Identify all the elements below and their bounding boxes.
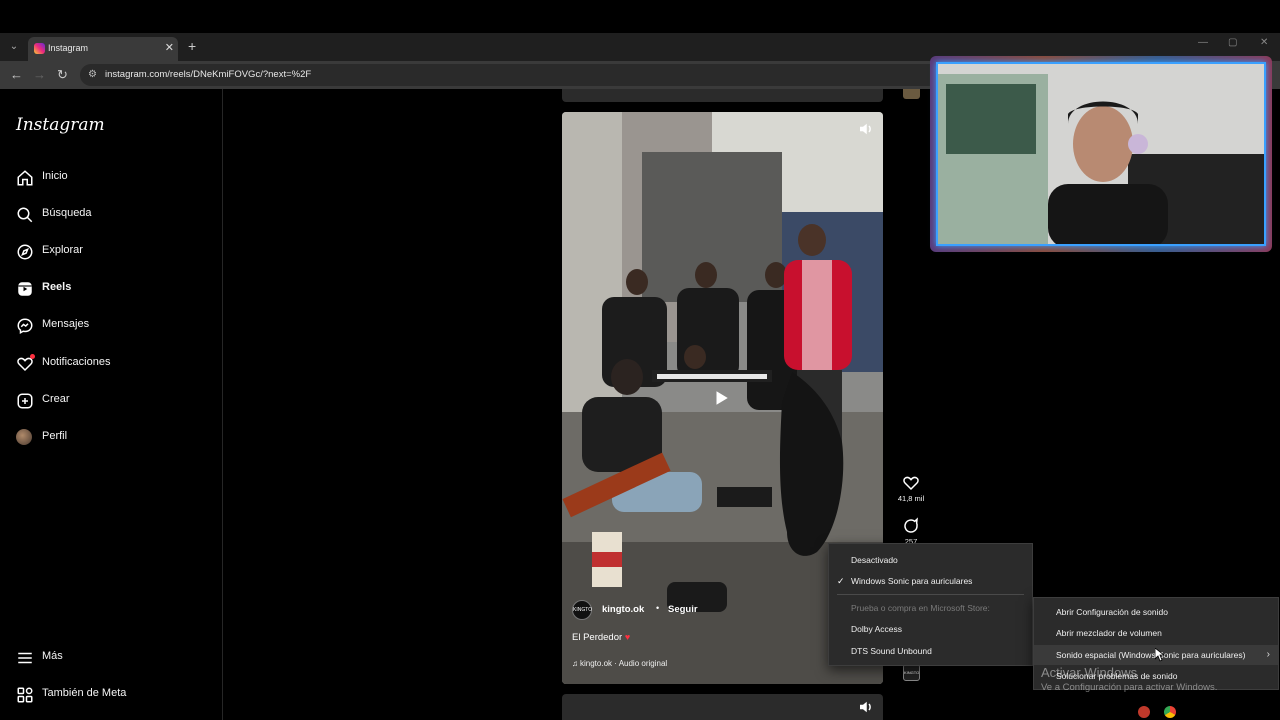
volume-icon[interactable]: [857, 698, 875, 716]
menu-item-label: Abrir Configuración de sonido: [1056, 607, 1168, 617]
sidebar-item-label: Más: [42, 650, 63, 662]
sidebar-item-label: Mensajes: [42, 318, 90, 330]
previous-audio-thumbnail[interactable]: [903, 89, 920, 99]
play-icon[interactable]: [712, 389, 730, 407]
instagram-sidebar: Instagram Inicio Búsqueda Explorar Reels…: [0, 89, 223, 720]
sidebar-item-busqueda[interactable]: Búsqueda: [16, 203, 216, 227]
tab-title: Instagram: [48, 43, 89, 53]
like-action[interactable]: 41,8 mil: [895, 474, 927, 503]
chrome-icon[interactable]: [1164, 706, 1176, 718]
follow-button[interactable]: Seguir: [668, 604, 698, 615]
spatial-sound-submenu: Desactivado ✓ Windows Sonic para auricul…: [828, 543, 1033, 666]
sidebar-item-label: Crear: [42, 393, 70, 405]
comment-icon[interactable]: [902, 517, 920, 535]
back-arrow-icon[interactable]: ←: [10, 67, 23, 82]
browser-tab-instagram[interactable]: Instagram ✕: [28, 37, 178, 61]
tab-search-chevron-icon[interactable]: ⌄: [6, 39, 22, 55]
hamburger-menu-icon: [18, 652, 32, 664]
compass-icon: [17, 244, 33, 260]
reload-icon[interactable]: ↻: [57, 67, 68, 83]
sidebar-item-reels[interactable]: Reels: [16, 277, 216, 301]
next-reel[interactable]: [562, 694, 883, 720]
submenu-chevron-icon: ›: [1266, 649, 1270, 660]
menu-item-label: Windows Sonic para auriculares: [851, 576, 973, 586]
new-tab-button[interactable]: +: [188, 38, 196, 54]
heart-emoji-icon: ♥: [624, 632, 631, 642]
menu-item-windows-sonic[interactable]: ✓ Windows Sonic para auriculares: [829, 571, 1032, 591]
watermark-title: Activar Windows: [1041, 665, 1138, 680]
sidebar-item-label: Búsqueda: [42, 207, 92, 219]
minimize-icon[interactable]: —: [1198, 37, 1208, 48]
avatar: [16, 429, 32, 445]
menu-item-label: Sonido espacial (Windows Sonic para auri…: [1056, 650, 1246, 660]
menu-item-open-sound-settings[interactable]: Abrir Configuración de sonido: [1034, 602, 1278, 622]
reels-icon: [18, 282, 32, 296]
forward-arrow-icon[interactable]: →: [33, 67, 46, 82]
reel-author-avatar[interactable]: KINGTO: [572, 600, 592, 620]
meta-apps-icon: [17, 687, 33, 703]
home-icon: [17, 170, 33, 186]
webcam-video: [936, 62, 1266, 246]
tray-app-icon[interactable]: [1138, 706, 1150, 718]
instagram-favicon-icon: [34, 43, 45, 54]
menu-item-label: Desactivado: [851, 555, 898, 565]
sidebar-item-inicio[interactable]: Inicio: [16, 166, 216, 190]
site-info-icon[interactable]: ⚙: [88, 69, 97, 80]
sidebar-item-label: Notificaciones: [42, 356, 111, 368]
reel-username[interactable]: kingto.ok: [602, 604, 644, 615]
search-icon: [17, 207, 33, 223]
music-note-icon: ♫: [572, 659, 578, 668]
webcam-overlay: [930, 56, 1272, 252]
plus-square-icon: [17, 393, 33, 409]
sidebar-item-meta[interactable]: También de Meta: [16, 683, 216, 707]
reel-separator: •: [656, 603, 660, 613]
heart-icon[interactable]: [902, 474, 920, 492]
menu-item-store-note: Prueba o compra en Microsoft Store:: [829, 598, 1032, 618]
menu-item-label: Abrir mezclador de volumen: [1056, 628, 1162, 638]
messenger-icon: [17, 318, 33, 335]
previous-reel[interactable]: [562, 89, 883, 102]
menu-item-label: Prueba o compra en Microsoft Store:: [851, 603, 990, 613]
notification-dot: [30, 354, 35, 359]
like-count: 41,8 mil: [897, 494, 925, 503]
menu-item-label: Dolby Access: [851, 624, 903, 634]
sidebar-item-label: Explorar: [42, 244, 83, 256]
url-text[interactable]: instagram.com/reels/DNeKmiFOVGc/?next=%2…: [105, 69, 311, 80]
reel-audio-label[interactable]: kingto.ok · Audio original: [580, 659, 667, 668]
webcam-frame: [938, 64, 1264, 244]
menu-item-dts-sound-unbound[interactable]: DTS Sound Unbound: [829, 641, 1032, 661]
instagram-logo[interactable]: Instagram: [16, 115, 105, 135]
check-icon: ✓: [837, 576, 845, 586]
address-bar[interactable]: ⚙ instagram.com/reels/DNeKmiFOVGc/?next=…: [80, 64, 940, 86]
window-close-icon[interactable]: ✕: [1260, 37, 1268, 48]
menu-divider: [837, 594, 1024, 595]
volume-icon[interactable]: [857, 120, 875, 138]
tab-close-icon[interactable]: ✕: [165, 41, 174, 54]
reel-caption-text: El Perdedor: [572, 632, 623, 643]
sidebar-item-notificaciones[interactable]: Notificaciones: [16, 352, 216, 376]
activate-windows-watermark: Activar Windows Ve a Configuración para …: [1041, 665, 1217, 693]
sidebar-item-mas[interactable]: Más: [16, 646, 216, 670]
sidebar-item-mensajes[interactable]: Mensajes: [16, 314, 216, 338]
maximize-icon[interactable]: ▢: [1228, 37, 1237, 48]
menu-item-dolby-access[interactable]: Dolby Access: [829, 619, 1032, 639]
menu-item-label: DTS Sound Unbound: [851, 646, 932, 656]
menu-item-open-volume-mixer[interactable]: Abrir mezclador de volumen: [1034, 623, 1278, 643]
sidebar-item-label: Inicio: [42, 170, 68, 182]
sidebar-item-explorar[interactable]: Explorar: [16, 240, 216, 264]
sidebar-item-crear[interactable]: Crear: [16, 389, 216, 413]
sidebar-item-label: También de Meta: [42, 687, 127, 699]
system-tray: [1130, 704, 1190, 720]
comment-action[interactable]: 257: [895, 517, 927, 546]
watermark-subtitle: Ve a Configuración para activar Windows.: [1041, 682, 1218, 693]
sidebar-item-label: Reels: [42, 281, 72, 293]
mouse-cursor-icon: [1155, 648, 1165, 662]
sidebar-item-label: Perfil: [42, 430, 68, 442]
audio-thumbnail[interactable]: KINGTO: [903, 664, 920, 681]
sidebar-item-perfil[interactable]: Perfil: [16, 426, 216, 450]
menu-item-desactivado[interactable]: Desactivado: [829, 550, 1032, 570]
reel-caption: El Perdedor ♥: [572, 632, 630, 643]
